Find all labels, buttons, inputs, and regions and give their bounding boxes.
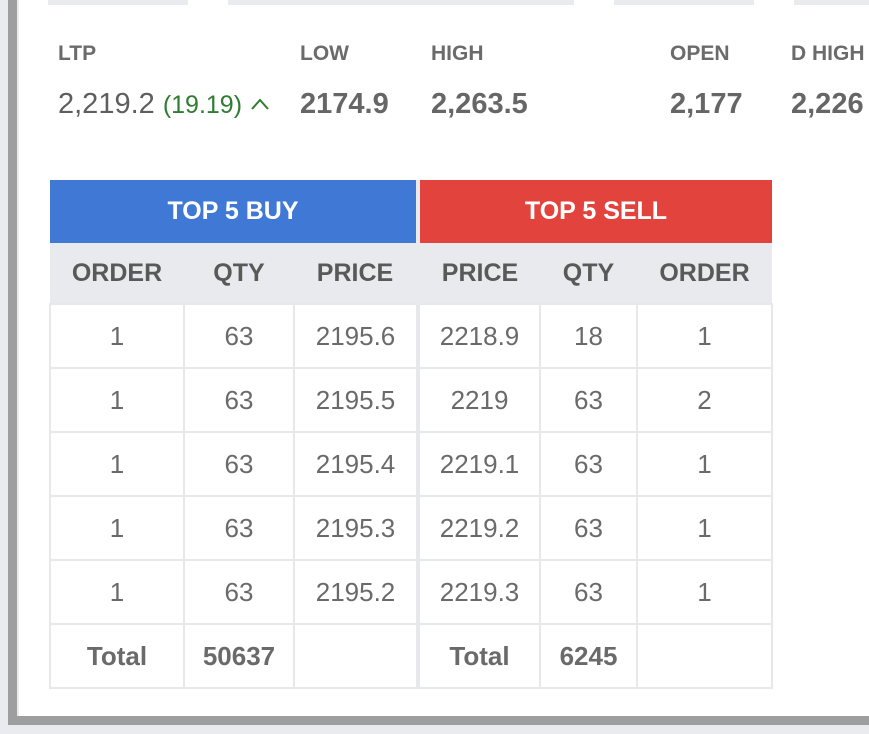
sell-price-cell: 2219 (417, 367, 541, 433)
column-header: QTY (184, 243, 294, 304)
sell-qty-cell: 63 (539, 495, 638, 561)
buy-total-qty: 50637 (183, 623, 295, 689)
sell-qty-cell: 63 (539, 559, 638, 625)
sell-qty-cell: 18 (539, 303, 638, 369)
sell-total-label: Total (417, 623, 541, 689)
column-header: PRICE (294, 243, 420, 304)
top-sell-header: TOP 5 SELL (418, 180, 772, 243)
buy-qty-cell: 63 (183, 367, 295, 433)
table-row: 1 63 2195.5 2219 63 2 (49, 367, 773, 433)
sell-total-qty: 6245 (539, 623, 638, 689)
sell-price-cell: 2218.9 (417, 303, 541, 369)
ltp-value: 2,219.2 (58, 88, 155, 120)
table-row: 1 63 2195.3 2219.2 63 1 (49, 495, 773, 561)
tab-stub[interactable] (614, 0, 754, 5)
ltp-label: LTP (58, 42, 97, 65)
totals-row: Total 50637 Total 6245 (49, 623, 773, 689)
outer-frame-bottom (0, 725, 869, 734)
tab-stub[interactable] (48, 0, 188, 5)
sell-price-cell: 2219.2 (417, 495, 541, 561)
column-header: ORDER (50, 243, 184, 304)
day-high-value: 2,226 (791, 88, 864, 120)
buy-qty-cell: 63 (183, 431, 295, 497)
buy-order-cell: 1 (49, 495, 185, 561)
buy-price-cell: 2195.4 (293, 431, 420, 497)
table-row: 1 63 2195.6 2218.9 18 1 (49, 303, 773, 369)
column-header: PRICE (418, 243, 540, 304)
column-header: ORDER (637, 243, 772, 304)
buy-qty-cell: 63 (183, 495, 295, 561)
buy-price-cell: 2195.2 (293, 559, 420, 625)
open-label: OPEN (670, 42, 730, 65)
ltp-change: (19.19) (162, 91, 243, 119)
sell-qty-cell: 63 (539, 431, 638, 497)
sell-price-cell: 2219.3 (417, 559, 541, 625)
buy-total-label: Total (49, 623, 185, 689)
empty-cell (636, 623, 773, 689)
buy-order-cell: 1 (49, 559, 185, 625)
buy-order-cell: 1 (49, 431, 185, 497)
tab-stub[interactable] (794, 0, 869, 5)
tab-stub[interactable] (228, 0, 574, 5)
sell-order-cell: 2 (636, 367, 773, 433)
ltp-value-group: 2,219.2 (19.19) (58, 88, 270, 121)
sell-order-cell: 1 (636, 495, 773, 561)
sell-qty-cell: 63 (539, 367, 638, 433)
column-header: QTY (540, 243, 637, 304)
day-high-label: D HIGH (791, 42, 865, 65)
table-row: 1 63 2195.4 2219.1 63 1 (49, 431, 773, 497)
sell-price-cell: 2219.1 (417, 431, 541, 497)
buy-qty-cell: 63 (183, 559, 295, 625)
up-caret-icon (251, 98, 269, 110)
low-value: 2174.9 (300, 88, 389, 120)
sell-order-cell: 1 (636, 303, 773, 369)
buy-price-cell: 2195.5 (293, 367, 420, 433)
high-label: HIGH (431, 42, 484, 65)
buy-qty-cell: 63 (183, 303, 295, 369)
sell-order-cell: 1 (636, 431, 773, 497)
window-border-bottom (8, 716, 869, 725)
empty-cell (293, 623, 420, 689)
low-label: LOW (300, 42, 349, 65)
buy-order-cell: 1 (49, 367, 185, 433)
open-value: 2,177 (670, 88, 743, 120)
high-value: 2,263.5 (431, 88, 528, 120)
buy-price-cell: 2195.6 (293, 303, 420, 369)
buy-order-cell: 1 (49, 303, 185, 369)
top-buy-header: TOP 5 BUY (50, 180, 420, 243)
window-border-left (8, 0, 17, 724)
table-row: 1 63 2195.2 2219.3 63 1 (49, 559, 773, 625)
buy-price-cell: 2195.3 (293, 495, 420, 561)
market-depth-panel: LTP 2,219.2 (19.19) LOW 2174.9 HIGH 2,26… (19, 0, 869, 716)
order-book-table: TOP 5 BUY TOP 5 SELL ORDER QTY PRICE PRI… (49, 180, 773, 689)
sell-order-cell: 1 (636, 559, 773, 625)
